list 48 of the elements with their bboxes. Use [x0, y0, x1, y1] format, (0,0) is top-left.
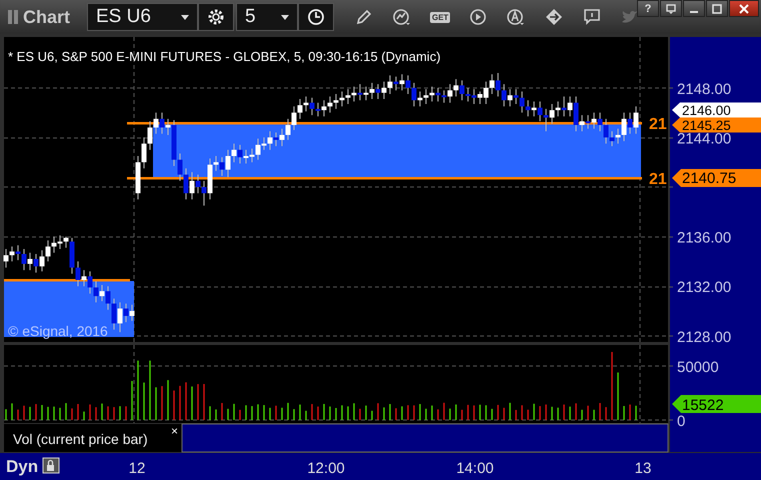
price-axis-label: 2148.00 [677, 80, 732, 98]
clock-button[interactable] [298, 3, 334, 31]
settings-button[interactable] [198, 3, 234, 31]
price-tag: 2140.75 [672, 169, 761, 187]
time-axis-label: 14:00 [456, 460, 494, 477]
help-button[interactable]: ? [637, 0, 659, 17]
price-tag: 2145.25 [672, 118, 761, 133]
window-title: Chart [23, 6, 72, 28]
volume-tag: 15522 [672, 395, 761, 414]
diamond-arrows-icon[interactable] [544, 6, 564, 28]
price-axis-label: 2144.00 [677, 130, 732, 148]
mode-label: Dyn [6, 457, 38, 476]
dock-button[interactable] [660, 0, 682, 17]
price-axis-label: 2128.00 [677, 328, 732, 346]
watermark-text: © eSignal, 2016 [8, 323, 108, 339]
speech-bubble-icon[interactable] [582, 6, 602, 28]
clock-icon [307, 8, 325, 26]
close-study-button[interactable]: × [171, 424, 178, 438]
volume-axis-label: 50000 [677, 359, 719, 376]
alert-circle-icon[interactable] [506, 6, 526, 28]
grip-icon [7, 9, 19, 25]
minimize-icon [690, 10, 698, 12]
time-axis-label: 12:00 [307, 460, 345, 477]
play-icon[interactable] [468, 6, 488, 28]
lock-icon [42, 458, 60, 474]
close-icon [739, 4, 749, 14]
maximize-button[interactable] [706, 0, 728, 17]
maximize-icon [712, 4, 722, 14]
time-axis-label: 13 [634, 460, 652, 477]
volume-axis-label: 0 [677, 413, 686, 430]
level-label: 21 [649, 116, 667, 133]
close-button[interactable] [729, 0, 759, 17]
price-axis-label: 2132.00 [677, 279, 732, 296]
time-axis-label: 12 [128, 460, 146, 477]
caret-icon [281, 14, 289, 20]
get-button[interactable]: GET [430, 12, 450, 22]
chart-circle-icon[interactable] [392, 6, 412, 28]
caret-icon [181, 14, 189, 20]
interval-dropdown[interactable]: 5 [236, 3, 298, 31]
price-axis-label: 2136.00 [677, 230, 732, 247]
dock-icon [666, 4, 676, 14]
symbol-dropdown[interactable]: ES U6 [87, 3, 198, 31]
chart-heading: * ES U6, S&P 500 E-MINI FUTURES - GLOBEX, 5, 09:30-16:15 (Dynamic) [8, 49, 441, 64]
price-tag: 2146.00 [672, 102, 761, 118]
minimize-button[interactable] [683, 0, 705, 17]
gear-icon [207, 8, 225, 26]
study-label: Vol (current price bar) [13, 431, 148, 447]
level-label: 21 [649, 171, 667, 188]
